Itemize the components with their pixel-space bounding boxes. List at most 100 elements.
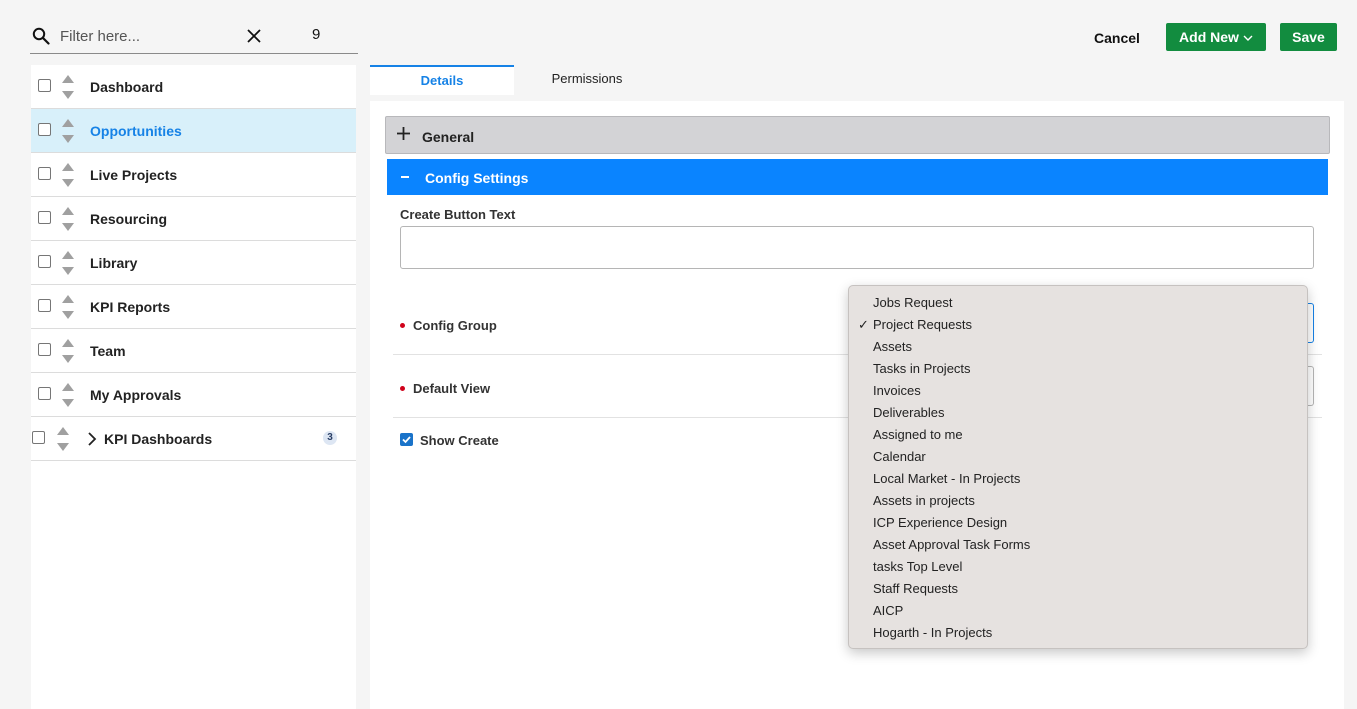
option-label: tasks Top Level: [873, 559, 963, 574]
option-label: Invoices: [873, 383, 921, 398]
dropdown-option[interactable]: tasks Top Level: [849, 556, 1307, 578]
reorder-icon[interactable]: [61, 74, 75, 100]
dropdown-option[interactable]: Deliverables: [849, 402, 1307, 424]
nav-group-kpi-dashboards[interactable]: KPI Dashboards 3: [31, 417, 356, 461]
reorder-icon[interactable]: [61, 118, 75, 144]
config-group-dropdown: Jobs Request ✓ Project Requests Assets Ta…: [848, 285, 1308, 649]
reorder-icon[interactable]: [61, 294, 75, 320]
row-checkbox[interactable]: [32, 431, 45, 444]
save-button[interactable]: Save: [1280, 23, 1337, 51]
section-general-header[interactable]: General: [385, 116, 1330, 154]
add-new-label: Add New: [1179, 29, 1239, 45]
row-checkbox[interactable]: [38, 255, 51, 268]
nav-item-label: Library: [90, 255, 138, 271]
nav-item-label: My Approvals: [90, 387, 182, 403]
checkbox-checked-icon[interactable]: [400, 433, 413, 446]
dropdown-option[interactable]: ICP Experience Design: [849, 512, 1307, 534]
nav-item-team[interactable]: Team: [31, 329, 356, 373]
nav-item-library[interactable]: Library: [31, 241, 356, 285]
section-title: General: [422, 129, 475, 145]
nav-item-label: Live Projects: [90, 167, 178, 183]
reorder-icon[interactable]: [61, 338, 75, 364]
checkmark-icon: ✓: [858, 317, 869, 332]
default-view-label: Default View: [400, 381, 490, 396]
config-group-label: Config Group: [400, 318, 497, 333]
row-checkbox[interactable]: [38, 211, 51, 224]
tab-permissions[interactable]: Permissions: [514, 65, 660, 95]
row-checkbox[interactable]: [38, 167, 51, 180]
option-label: ICP Experience Design: [873, 515, 1008, 530]
option-label: Asset Approval Task Forms: [873, 537, 1031, 552]
section-title: Config Settings: [425, 170, 529, 186]
row-checkbox[interactable]: [38, 123, 51, 136]
filter-input[interactable]: [60, 24, 260, 48]
nav-item-live-projects[interactable]: Live Projects: [31, 153, 356, 197]
add-new-button[interactable]: Add New: [1166, 23, 1266, 51]
row-checkbox[interactable]: [38, 299, 51, 312]
dropdown-option[interactable]: Local Market - In Projects: [849, 468, 1307, 490]
option-label: Project Requests: [873, 317, 972, 332]
option-label: Hogarth - In Projects: [873, 625, 993, 640]
minus-icon: [401, 176, 409, 178]
nav-item-label: Resourcing: [90, 211, 168, 227]
default-view-label-text: Default View: [413, 381, 491, 396]
reorder-icon[interactable]: [61, 382, 75, 408]
show-create-label: Show Create: [420, 433, 499, 448]
section-config-header[interactable]: Config Settings: [387, 159, 1328, 195]
option-label: Assets in projects: [873, 493, 975, 508]
reorder-icon[interactable]: [56, 426, 70, 452]
chevron-down-icon: [1243, 35, 1253, 42]
row-checkbox[interactable]: [38, 343, 51, 356]
option-label: Jobs Request: [873, 295, 953, 310]
nav-item-resourcing[interactable]: Resourcing: [31, 197, 356, 241]
chevron-right-icon[interactable]: [87, 432, 97, 446]
option-label: Tasks in Projects: [873, 361, 971, 376]
cancel-button[interactable]: Cancel: [1084, 26, 1150, 50]
dropdown-option[interactable]: Jobs Request: [849, 292, 1307, 314]
nav-item-my-approvals[interactable]: My Approvals: [31, 373, 356, 417]
create-button-text-label: Create Button Text: [400, 207, 516, 222]
nav-item-label: Dashboard: [90, 79, 164, 95]
close-icon[interactable]: [246, 28, 262, 44]
option-label: Staff Requests: [873, 581, 959, 596]
result-count: 9: [312, 26, 321, 43]
nav-item-label: KPI Reports: [90, 299, 171, 315]
nav-item-kpi-reports[interactable]: KPI Reports: [31, 285, 356, 329]
option-label: Local Market - In Projects: [873, 471, 1021, 486]
dropdown-option-selected[interactable]: ✓ Project Requests: [849, 314, 1307, 336]
dropdown-option[interactable]: Invoices: [849, 380, 1307, 402]
option-label: Deliverables: [873, 405, 945, 420]
count-badge: 3: [323, 431, 337, 445]
search-icon: [32, 27, 50, 45]
row-checkbox[interactable]: [38, 387, 51, 400]
nav-list: Dashboard Opportunities Live Projects Re…: [31, 65, 356, 709]
dropdown-option[interactable]: Calendar: [849, 446, 1307, 468]
reorder-icon[interactable]: [61, 162, 75, 188]
required-indicator: [400, 323, 405, 329]
reorder-icon[interactable]: [61, 206, 75, 232]
create-button-text-input[interactable]: [400, 226, 1314, 269]
dropdown-option[interactable]: Tasks in Projects: [849, 358, 1307, 380]
dropdown-option[interactable]: Staff Requests: [849, 578, 1307, 600]
dropdown-option[interactable]: Asset Approval Task Forms: [849, 534, 1307, 556]
option-label: AICP: [873, 603, 904, 618]
dropdown-option[interactable]: AICP: [849, 600, 1307, 622]
required-indicator: [400, 386, 405, 392]
filter-bar: 9: [30, 18, 358, 54]
dropdown-option[interactable]: Assets in projects: [849, 490, 1307, 512]
option-label: Calendar: [873, 449, 926, 464]
row-checkbox[interactable]: [38, 79, 51, 92]
config-group-label-text: Config Group: [413, 318, 497, 333]
dropdown-option[interactable]: Assigned to me: [849, 424, 1307, 446]
nav-item-opportunities[interactable]: Opportunities: [31, 109, 356, 153]
plus-icon: [397, 127, 410, 140]
option-label: Assigned to me: [873, 427, 963, 442]
dropdown-option[interactable]: Hogarth - In Projects: [849, 622, 1307, 644]
nav-item-label: Team: [90, 343, 126, 359]
nav-item-dashboard[interactable]: Dashboard: [31, 65, 356, 109]
option-label: Assets: [873, 339, 913, 354]
tab-details[interactable]: Details: [370, 65, 514, 95]
dropdown-option[interactable]: Assets: [849, 336, 1307, 358]
reorder-icon[interactable]: [61, 250, 75, 276]
nav-item-label: KPI Dashboards: [104, 431, 213, 447]
